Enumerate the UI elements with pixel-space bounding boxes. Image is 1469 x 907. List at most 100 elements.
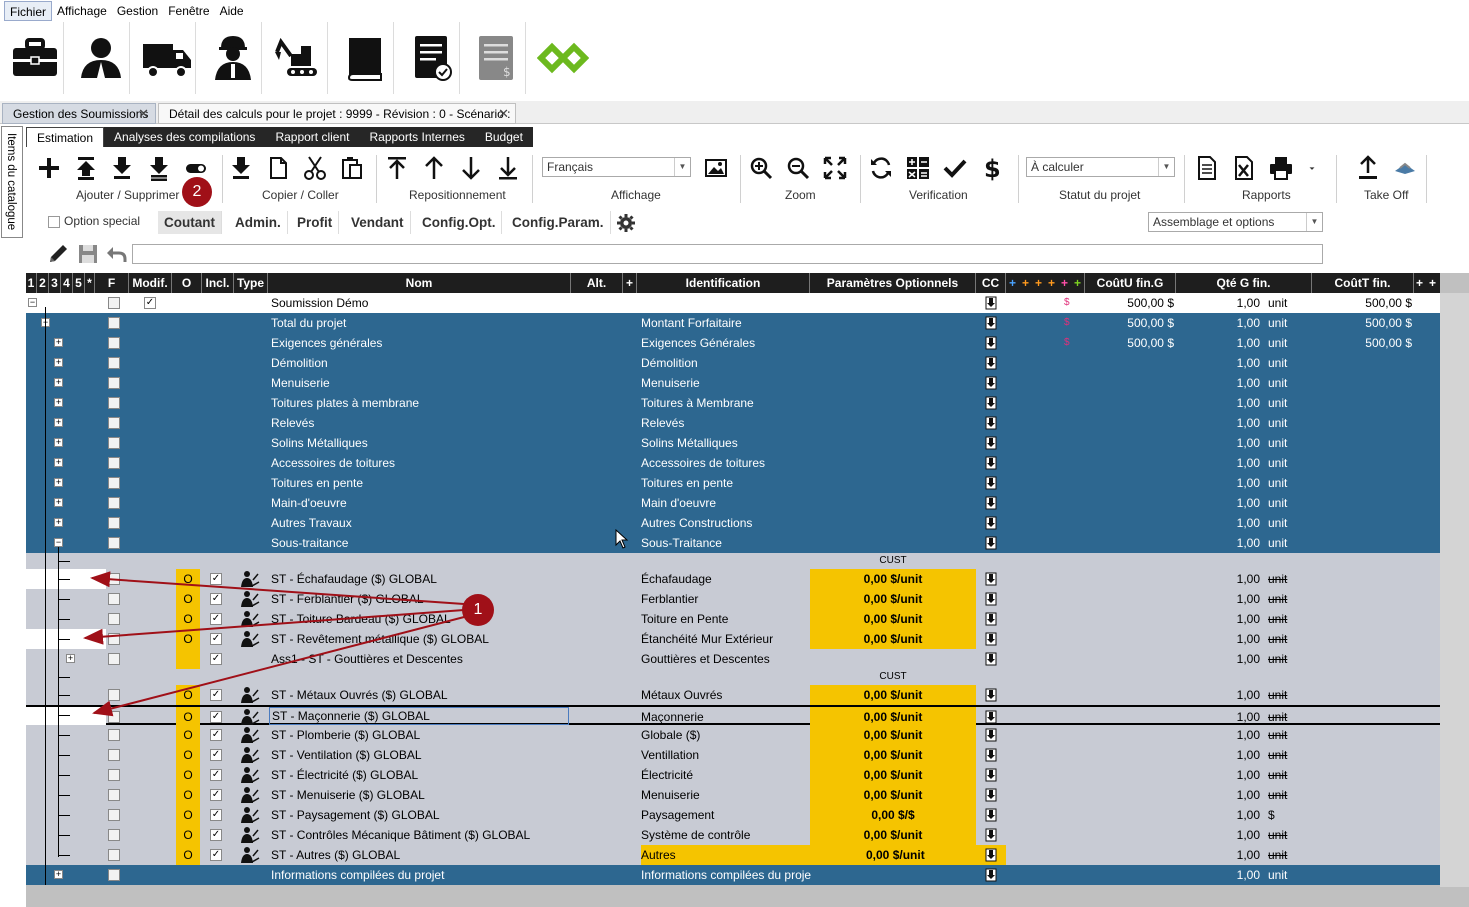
expand-icon[interactable]: + <box>54 518 63 527</box>
row-quantite[interactable]: 1,00 <box>1176 413 1260 433</box>
table-row[interactable]: + Autres Travaux Autres Constructions 1,00 u… <box>26 513 1440 533</box>
move-up-button[interactable] <box>419 153 449 183</box>
row-param-value[interactable]: 0,00 $/unit <box>810 589 976 609</box>
collapse-icon[interactable]: − <box>28 298 37 307</box>
row-quantite[interactable]: 1,00 <box>1176 649 1260 669</box>
cc-arrow-icon[interactable] <box>984 296 998 310</box>
add-button[interactable] <box>34 153 64 183</box>
table-row[interactable]: O ✓ ST - Ventilation ($) GLOBAL Ventillatio… <box>26 745 1440 765</box>
pencil-icon[interactable] <box>46 242 70 266</box>
add-child-button[interactable] <box>144 153 174 183</box>
row-identification[interactable]: Montant Forfaitaire <box>641 313 811 333</box>
cc-arrow-icon[interactable] <box>984 828 998 842</box>
row-f-checkbox[interactable] <box>108 849 120 861</box>
excavator-button[interactable] <box>270 22 328 94</box>
row-name[interactable]: ST - Ferblantier ($) GLOBAL <box>271 589 571 609</box>
zoom-fit-button[interactable] <box>820 153 850 183</box>
row-quantite[interactable]: 1,00 <box>1176 433 1260 453</box>
tab-rapport-client[interactable]: Rapport client <box>265 127 359 147</box>
close-icon[interactable]: ✕ <box>498 104 509 124</box>
row-quantite[interactable]: 1,00 <box>1176 685 1260 705</box>
table-row[interactable]: + Toitures plates à membrane Toitures à Me… <box>26 393 1440 413</box>
row-name[interactable]: ST - Plomberie ($) GLOBAL <box>271 725 571 745</box>
row-param-value[interactable]: 0,00 $/unit <box>810 845 1006 865</box>
tab-analyses[interactable]: Analyses des compilations <box>104 127 265 147</box>
row-param-value[interactable]: 0,00 $/unit <box>810 707 976 727</box>
move-top-button[interactable] <box>382 153 412 183</box>
row-identification[interactable]: Ferblantier <box>641 589 811 609</box>
document-dollar-button[interactable]: $ <box>468 22 526 94</box>
header-plus-pink[interactable]: + <box>1061 273 1068 293</box>
row-f-checkbox[interactable] <box>108 317 120 329</box>
row-f-checkbox[interactable] <box>108 593 120 605</box>
book-button[interactable] <box>336 22 394 94</box>
view-tab-coutant[interactable]: Coutant <box>158 211 222 234</box>
row-identification[interactable]: Gouttières et Descentes <box>641 649 811 669</box>
view-tab-admin[interactable]: Admin. <box>229 211 288 234</box>
cc-arrow-icon[interactable] <box>984 416 998 430</box>
row-param-value[interactable]: 0,00 $/unit <box>810 765 976 785</box>
tab-budget[interactable]: Budget <box>475 127 533 147</box>
row-identification[interactable]: Métaux Ouvrés <box>641 685 811 705</box>
row-f-checkbox[interactable] <box>108 829 120 841</box>
header-identification[interactable]: Identification <box>637 273 810 293</box>
header-add-column[interactable]: + <box>623 273 637 293</box>
cc-arrow-icon[interactable] <box>984 336 998 350</box>
cc-arrow-icon[interactable] <box>984 768 998 782</box>
header-plus-white-2[interactable]: + <box>1429 273 1436 293</box>
move-down-button[interactable] <box>456 153 486 183</box>
menu-affichage[interactable]: Affichage <box>52 1 112 21</box>
dollar-button[interactable]: $ <box>977 153 1007 183</box>
row-o-flag[interactable]: O <box>176 825 200 845</box>
row-name[interactable]: Soumission Démo <box>271 293 571 313</box>
header-alt[interactable]: Alt. <box>571 273 623 293</box>
row-quantite[interactable]: 1,00 <box>1176 569 1260 589</box>
table-row[interactable]: O ✓ ST - Électricité ($) GLOBAL Électricité… <box>26 765 1440 785</box>
row-f-checkbox[interactable] <box>108 337 120 349</box>
cc-arrow-icon[interactable] <box>984 592 998 606</box>
calculator-button[interactable] <box>903 153 933 183</box>
row-f-checkbox[interactable] <box>108 573 120 585</box>
table-row[interactable]: −Total du projetMontant Forfaitaire$500,… <box>26 313 1440 333</box>
cc-arrow-icon[interactable] <box>984 316 998 330</box>
table-row[interactable]: + ✓ Ass1 - ST - Gouttières et Descentes Gou… <box>26 649 1440 669</box>
cc-arrow-icon[interactable] <box>984 376 998 390</box>
row-name[interactable]: Démolition <box>271 353 571 373</box>
row-name[interactable]: Informations compilées du projet <box>271 865 571 885</box>
check-button[interactable] <box>940 153 970 183</box>
cc-arrow-icon[interactable] <box>984 710 998 724</box>
row-incl-checkbox[interactable]: ✓ <box>210 829 222 841</box>
takeoff-button[interactable] <box>1390 153 1420 183</box>
row-incl-checkbox[interactable]: ✓ <box>210 689 222 701</box>
row-identification[interactable]: Autres <box>641 845 811 865</box>
project-status-select[interactable]: À calculer ▼ <box>1026 157 1175 177</box>
row-identification[interactable]: Accessoires de toitures <box>641 453 811 473</box>
view-tab-vendant[interactable]: Vendant <box>345 211 411 234</box>
row-quantite[interactable]: 1,00 <box>1176 513 1260 533</box>
table-row[interactable]: − ✓ Soumission Démo $500,00 $1,00 unit 500,00… <box>26 293 1440 313</box>
row-incl-checkbox[interactable]: ✓ <box>210 769 222 781</box>
row-incl-checkbox[interactable]: ✓ <box>210 613 222 625</box>
row-f-checkbox[interactable] <box>108 613 120 625</box>
view-tab-config-opt[interactable]: Config.Opt. <box>416 211 503 234</box>
row-f-checkbox[interactable] <box>108 729 120 741</box>
row-o-flag[interactable]: O <box>176 845 200 865</box>
header-parametres[interactable]: Paramètres Optionnels <box>810 273 976 293</box>
print-button[interactable] <box>1266 153 1296 183</box>
header-incl[interactable]: Incl. <box>202 273 234 293</box>
expand-icon[interactable]: + <box>54 458 63 467</box>
row-quantite[interactable]: 1,00 <box>1176 845 1260 865</box>
row-modif-checkbox[interactable]: ✓ <box>144 297 156 309</box>
expand-icon[interactable]: + <box>54 870 63 879</box>
table-row[interactable]: O ✓ ST - Échafaudage ($) GLOBAL Échafaudage… <box>26 569 1440 589</box>
row-identification[interactable]: Solins Métalliques <box>641 433 811 453</box>
cc-arrow-icon[interactable] <box>984 848 998 862</box>
row-incl-checkbox[interactable]: ✓ <box>210 729 222 741</box>
row-name[interactable]: ST - Métaux Ouvrés ($) GLOBAL <box>271 685 571 705</box>
row-quantite[interactable]: 1,00 <box>1176 353 1260 373</box>
row-f-checkbox[interactable] <box>108 749 120 761</box>
cc-arrow-icon[interactable] <box>984 632 998 646</box>
truck-button[interactable] <box>138 22 196 94</box>
row-f-checkbox[interactable] <box>108 417 120 429</box>
cc-arrow-icon[interactable] <box>984 456 998 470</box>
